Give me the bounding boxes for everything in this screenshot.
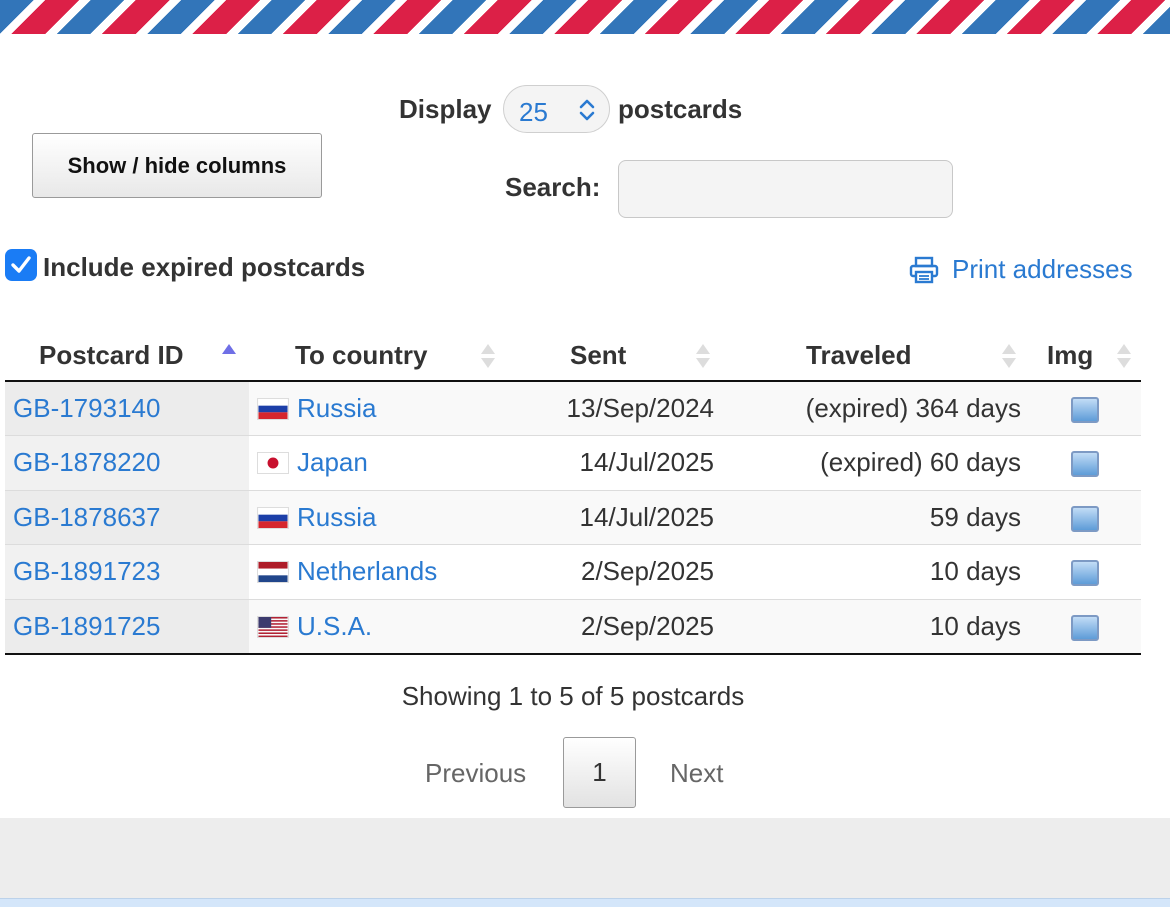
image-icon[interactable]: [1070, 560, 1099, 587]
sort-both-icon: [696, 344, 710, 368]
image-icon[interactable]: [1070, 614, 1099, 641]
image-icon[interactable]: [1070, 397, 1099, 424]
next-page-button[interactable]: Next: [670, 758, 723, 789]
image-cell[interactable]: [1028, 599, 1141, 655]
include-expired-label: Include expired postcards: [43, 252, 366, 282]
include-expired-checkbox[interactable]: [5, 249, 37, 281]
chevron-up-down-icon: [579, 99, 595, 121]
page-footer: [0, 818, 1170, 898]
country-cell[interactable]: Russia: [249, 381, 505, 436]
russia-flag-icon: [257, 506, 289, 529]
country-link[interactable]: U.S.A.: [297, 611, 372, 641]
country-cell[interactable]: Russia: [249, 490, 505, 545]
column-header-postcard-id[interactable]: Postcard ID: [5, 330, 249, 382]
postcard-id-link[interactable]: GB-1793140: [5, 381, 249, 436]
traveled-duration: (expired) 60 days: [720, 435, 1028, 491]
display-count-value: 25: [519, 97, 548, 127]
table-row: GB-1878220 Japan 14/Jul/2025 (expired) 60 d…: [5, 435, 1141, 491]
column-header-traveled[interactable]: Traveled: [720, 330, 1028, 382]
column-header-sent[interactable]: Sent: [505, 330, 720, 382]
display-suffix: postcards: [618, 94, 743, 124]
postcards-table: Postcard ID To country Sent Traveled Img…: [5, 330, 1141, 655]
checkmark-icon: [11, 256, 31, 273]
table-row: GB-1891723 Netherlands 2/Sep/2025 10 days: [5, 544, 1141, 600]
pagination-info: Showing 1 to 5 of 5 postcards: [401, 681, 745, 711]
russia-flag-icon: [257, 398, 289, 420]
previous-page-button[interactable]: Previous: [425, 758, 526, 789]
display-count-select[interactable]: 25: [503, 85, 610, 133]
column-header-to-country[interactable]: To country: [249, 330, 505, 382]
printer-icon: [909, 256, 939, 283]
column-header-img[interactable]: Img: [1028, 330, 1141, 382]
postcard-id-link[interactable]: GB-1891725: [5, 599, 249, 655]
search-input[interactable]: [618, 160, 953, 218]
country-link[interactable]: Russia: [297, 502, 376, 532]
traveled-duration: 10 days: [720, 599, 1028, 655]
traveled-duration: 10 days: [720, 544, 1028, 600]
display-label: Display: [399, 94, 492, 124]
country-cell[interactable]: Japan: [249, 435, 505, 491]
footer-bottom-bar: [0, 898, 1170, 907]
sent-date: 2/Sep/2025: [505, 599, 720, 655]
sort-both-icon: [481, 344, 495, 368]
country-cell[interactable]: Netherlands: [249, 544, 505, 600]
print-addresses-label: Print addresses: [952, 254, 1133, 284]
traveled-duration: (expired) 364 days: [720, 381, 1028, 436]
airmail-stripe-border: [0, 0, 1170, 34]
country-link[interactable]: Russia: [297, 393, 376, 423]
image-cell[interactable]: [1028, 544, 1141, 600]
page-1-button[interactable]: 1: [563, 737, 636, 808]
postcard-id-link[interactable]: GB-1878637: [5, 490, 249, 545]
traveled-duration: 59 days: [720, 490, 1028, 545]
table-row: GB-1878637 Russia 14/Jul/2025 59 days: [5, 490, 1141, 545]
postcard-id-link[interactable]: GB-1891723: [5, 544, 249, 600]
sort-both-icon: [1117, 344, 1131, 368]
image-cell[interactable]: [1028, 435, 1141, 491]
image-cell[interactable]: [1028, 490, 1141, 545]
country-link[interactable]: Japan: [297, 447, 368, 477]
show-hide-columns-button[interactable]: Show / hide columns: [32, 133, 322, 198]
print-addresses-link[interactable]: Print addresses: [908, 254, 1133, 285]
image-cell[interactable]: [1028, 381, 1141, 436]
postcard-id-link[interactable]: GB-1878220: [5, 435, 249, 491]
sent-date: 2/Sep/2025: [505, 544, 720, 600]
table-row: GB-1793140 Russia 13/Sep/2024 (expired) 364…: [5, 381, 1141, 436]
image-icon[interactable]: [1070, 505, 1099, 532]
country-link[interactable]: Netherlands: [297, 556, 437, 586]
netherlands-flag-icon: [257, 561, 289, 584]
sent-date: 14/Jul/2025: [505, 435, 720, 491]
sort-ascending-icon: [222, 344, 236, 354]
table-row: GB-1891725 U.S.A. 2/Sep/2025 10 days: [5, 599, 1141, 655]
sent-date: 13/Sep/2024: [505, 381, 720, 436]
sent-date: 14/Jul/2025: [505, 490, 720, 545]
search-label: Search:: [505, 172, 601, 202]
japan-flag-icon: [257, 452, 289, 475]
usa-flag-icon: [257, 615, 289, 638]
sort-both-icon: [1002, 344, 1016, 368]
image-icon[interactable]: [1070, 451, 1099, 478]
country-cell[interactable]: U.S.A.: [249, 599, 505, 655]
